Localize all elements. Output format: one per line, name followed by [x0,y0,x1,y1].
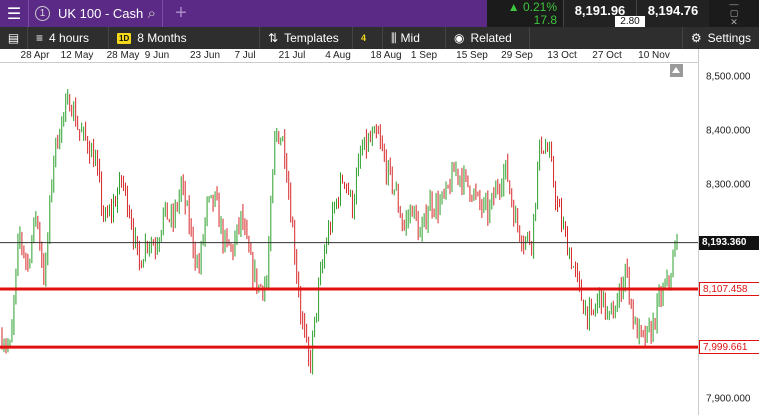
x-tick-label: 23 Jun [189,50,221,61]
price-change: ▲ 0.21% 17.8 [487,0,563,27]
instrument-search[interactable]: 1 UK 100 - Cash ⌕ [28,0,163,27]
chart-toolbar: ▤ ≡ 4 hours 1D 8 Months ⇅ Templates 4 ⫼ … [0,27,759,49]
x-tick-label: 13 Oct [547,50,577,61]
spread-badge: 2.80 [615,16,645,27]
layout-icon[interactable]: ▤ [0,27,28,49]
y-tick-label: 8,300.000 [706,179,751,191]
x-tick-label: 28 Apr [20,50,50,61]
y-tick-label: 7,900.000 [706,393,751,405]
timeframe-label: 8 Months [137,31,187,45]
x-tick-label: 1 Sep [410,50,438,61]
templates-button[interactable]: ⇅ Templates [260,27,353,49]
indicators-button[interactable]: 4 [353,27,383,49]
templates-label: Templates [284,31,339,45]
line-price-tag: 7,999.661 [699,340,759,355]
magnifier-icon[interactable]: ⌕ [148,5,156,22]
y-tick-label: 8,400.000 [706,125,751,137]
price-axis[interactable]: 8,500.000 8,400.000 8,300.000 7,900.000 … [698,49,759,415]
window-controls: ― ▢ ✕ [709,0,759,27]
settings-button[interactable]: ⚙ Settings [681,27,759,49]
x-tick-label: 29 Sep [501,50,533,61]
price-chart[interactable] [0,63,698,415]
hamburger-icon[interactable]: ☰ [0,0,28,27]
price-type-label: Mid [400,31,420,45]
x-tick-label: 12 May [60,50,94,61]
templates-icon: ⇅ [268,31,279,45]
close-icon[interactable]: ✕ [730,18,738,27]
timeframe-dropdown[interactable]: 1D 8 Months [109,27,260,49]
settings-label: Settings [707,31,751,45]
indicator-count: 4 [361,33,367,43]
instrument-number: 1 [35,6,50,21]
x-tick-label: 10 Nov [638,50,670,61]
interval-icon: ≡ [36,31,44,45]
eye-icon: ◉ [454,31,465,45]
related-button[interactable]: ◉ Related [446,27,530,49]
y-tick-label: 8,500.000 [706,71,751,83]
x-tick-label: 4 Aug [325,50,351,61]
interval-label: 4 hours [49,31,90,45]
gear-icon: ⚙ [690,31,702,45]
change-points: 17.8 [533,13,557,27]
interval-dropdown[interactable]: ≡ 4 hours [28,27,109,49]
timeframe-badge: 1D [117,32,132,44]
x-tick-label: 9 Jun [144,50,170,61]
quote-panel: ▲ 0.21% 17.8 8,191.96 8,194.76 2.80 ― ▢ … [487,0,759,27]
related-label: Related [470,31,512,45]
x-tick-label: 28 May [106,50,140,61]
x-tick-label: 27 Oct [592,50,622,61]
current-price-tag: 8,193.360 [699,235,759,250]
x-tick-label: 21 Jul [278,50,306,61]
x-tick-label: 18 Aug [370,50,402,61]
date-axis: 28 Apr 12 May 28 May 9 Jun 23 Jun 7 Jul … [0,49,698,63]
x-tick-label: 7 Jul [234,50,256,61]
candles-icon: ⫼ [391,30,397,45]
ohlc-bars [0,89,698,375]
plus-icon[interactable]: + [163,0,199,27]
buy-price-button[interactable]: 8,194.76 [636,0,709,27]
x-tick-label: 15 Sep [456,50,488,61]
instrument-name: UK 100 - Cash [58,6,144,21]
line-price-tag: 8,107.458 [699,281,759,296]
scroll-up-handle[interactable] [670,64,683,77]
price-type-dropdown[interactable]: ⫼ Mid [383,27,446,49]
